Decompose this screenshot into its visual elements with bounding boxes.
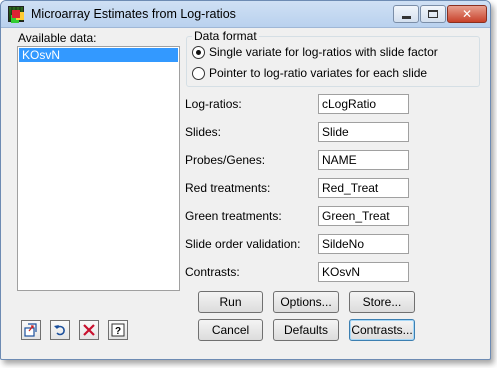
svg-text:?: ? (115, 326, 121, 337)
red-treatments-field[interactable]: Red_Treat (318, 178, 409, 198)
maximize-icon (428, 10, 438, 18)
minimize-icon (401, 16, 411, 19)
help-button[interactable]: ? (108, 320, 128, 340)
slides-field[interactable]: Slide (318, 122, 409, 142)
clear-button[interactable] (79, 320, 99, 340)
probes-genes-field[interactable]: NAME (318, 150, 409, 170)
copy-to-button[interactable] (21, 320, 41, 340)
options-button[interactable]: Options... (273, 291, 339, 313)
contrasts-label: Contrasts: (185, 265, 240, 279)
radio-pointer-variates-label: Pointer to log-ratio variates for each s… (209, 66, 428, 80)
help-icon: ? (111, 323, 125, 337)
close-button[interactable]: ✕ (447, 5, 487, 23)
minimize-button[interactable] (393, 5, 419, 23)
radio-pointer-variates[interactable]: Pointer to log-ratio variates for each s… (192, 66, 427, 80)
red-treatments-label: Red treatments: (185, 181, 271, 195)
contrasts-field[interactable]: KOsvN (318, 262, 409, 282)
run-button[interactable]: Run (198, 291, 263, 313)
slides-label: Slides: (185, 125, 222, 139)
app-icon (8, 6, 24, 22)
radio-single-variate[interactable]: Single variate for log-ratios with slide… (192, 45, 438, 59)
undo-button[interactable] (50, 320, 70, 340)
maximize-button[interactable] (420, 5, 446, 23)
title-bar[interactable]: Microarray Estimates from Log-ratios ✕ (1, 1, 490, 28)
available-data-list[interactable]: KOsvN (17, 46, 180, 291)
data-format-title: Data format (192, 29, 259, 43)
copy-to-icon (24, 323, 37, 337)
log-ratios-label: Log-ratios: (185, 97, 242, 111)
undo-icon (54, 325, 65, 336)
green-treatments-label: Green treatments: (185, 209, 282, 223)
store-button[interactable]: Store... (349, 291, 415, 313)
close-icon: ✕ (461, 7, 473, 21)
window-title: Microarray Estimates from Log-ratios (31, 7, 236, 21)
radio-unselected-indicator[interactable] (192, 66, 205, 80)
log-ratios-field[interactable]: cLogRatio (318, 94, 409, 114)
contrasts-button[interactable]: Contrasts... (349, 319, 415, 341)
radio-single-variate-label: Single variate for log-ratios with slide… (209, 45, 438, 59)
probes-genes-label: Probes/Genes: (185, 153, 266, 167)
radio-selected-indicator[interactable] (192, 45, 205, 59)
defaults-button[interactable]: Defaults (273, 319, 339, 341)
dialog-window: Microarray Estimates from Log-ratios ✕ A… (0, 0, 491, 360)
available-data-label: Available data: (18, 31, 97, 45)
cancel-button[interactable]: Cancel (198, 319, 263, 341)
clear-icon (83, 324, 95, 336)
slide-order-validation-field[interactable]: SildeNo (318, 234, 409, 254)
list-item[interactable]: KOsvN (19, 48, 178, 62)
green-treatments-field[interactable]: Green_Treat (318, 206, 409, 226)
slide-order-validation-label: Slide order validation: (185, 237, 301, 251)
